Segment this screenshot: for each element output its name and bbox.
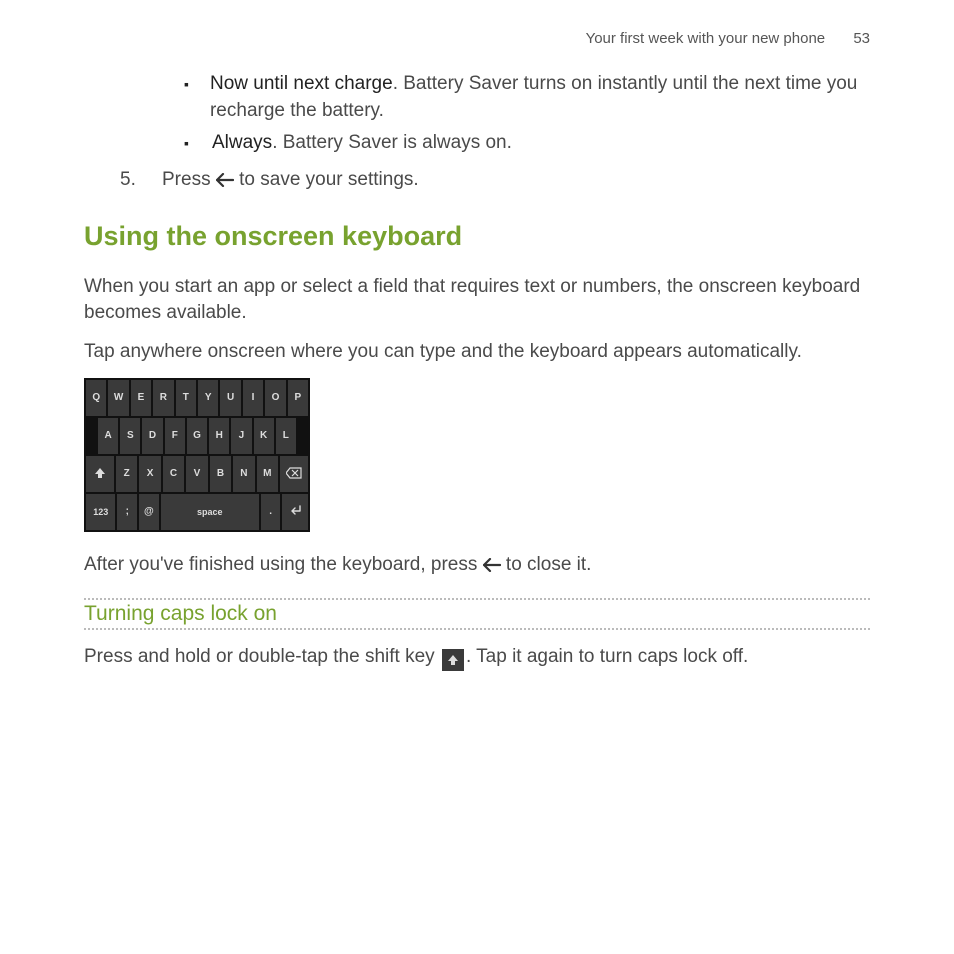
keyboard-row-1: Q W E R T Y U I O P [86,380,308,416]
key-c: C [163,456,184,492]
divider [84,598,870,600]
page: Your first week with your new phone 53 ▪… [0,0,954,713]
key-k: K [254,418,274,454]
key-e: E [131,380,151,416]
key-s: S [120,418,140,454]
key-f: F [165,418,185,454]
key-enter [282,494,308,530]
bullet-rest: . Battery Saver is always on. [272,132,512,153]
key-semicolon: ; [117,494,137,530]
keyboard-row-4: 123 ; @ space . [86,494,308,530]
page-header: Your first week with your new phone 53 [84,30,870,47]
keyboard-illustration: Q W E R T Y U I O P A S D F G H J K L Z [84,378,310,532]
step-text-after: to save your settings. [239,169,419,190]
keyboard-intro-2: Tap anywhere onscreen where you can type… [84,339,870,366]
caps-lock-text: Press and hold or double-tap the shift k… [84,644,870,671]
keyboard-row-3: Z X C V B N M [86,456,308,492]
key-shift [86,456,114,492]
key-w: W [108,380,128,416]
key-d: D [142,418,162,454]
key-p: P [288,380,308,416]
shift-key-icon [442,649,464,671]
key-b: B [210,456,231,492]
key-period: . [261,494,281,530]
close-before: After you've finished using the keyboard… [84,554,483,575]
section-heading-keyboard: Using the onscreen keyboard [84,221,870,252]
key-u: U [220,380,240,416]
key-j: J [231,418,251,454]
keyboard-intro-1: When you start an app or select a field … [84,274,870,327]
step-number: 5. [120,169,140,191]
keyboard-close-text: After you've finished using the keyboard… [84,552,870,579]
key-v: V [186,456,207,492]
step-5: 5. Press to save your settings. [120,169,870,191]
bullet-lead: Always [212,132,272,153]
key-t: T [176,380,196,416]
back-arrow-icon [216,173,234,187]
key-a: A [98,418,118,454]
bullet-list: ▪ Now until next charge. Battery Saver t… [184,71,870,157]
bullet-now-until-next-charge: ▪ Now until next charge. Battery Saver t… [184,71,870,124]
close-after: to close it. [506,554,592,575]
key-r: R [153,380,173,416]
bullet-marker: ▪ [184,130,194,156]
caps-before: Press and hold or double-tap the shift k… [84,646,440,667]
key-n: N [233,456,254,492]
key-l: L [276,418,296,454]
bullet-marker: ▪ [184,71,192,97]
page-number: 53 [853,30,870,47]
key-h: H [209,418,229,454]
back-arrow-icon [483,558,501,572]
key-x: X [139,456,160,492]
divider [84,628,870,630]
step-text-before: Press [162,169,216,190]
key-at: @ [139,494,159,530]
key-space: space [161,494,259,530]
key-i: I [243,380,263,416]
key-backspace [280,456,308,492]
key-g: G [187,418,207,454]
key-z: Z [116,456,137,492]
key-o: O [265,380,285,416]
keyboard-row-2: A S D F G H J K L [86,418,308,454]
header-title: Your first week with your new phone [586,30,826,47]
key-q: Q [86,380,106,416]
bullet-always: ▪ Always. Battery Saver is always on. [184,130,870,157]
key-123: 123 [86,494,115,530]
bullet-lead: Now until next charge [210,73,393,94]
subsection-caps-lock: Turning caps lock on [84,602,870,626]
caps-after: . Tap it again to turn caps lock off. [466,646,748,667]
key-m: M [257,456,278,492]
key-y: Y [198,380,218,416]
